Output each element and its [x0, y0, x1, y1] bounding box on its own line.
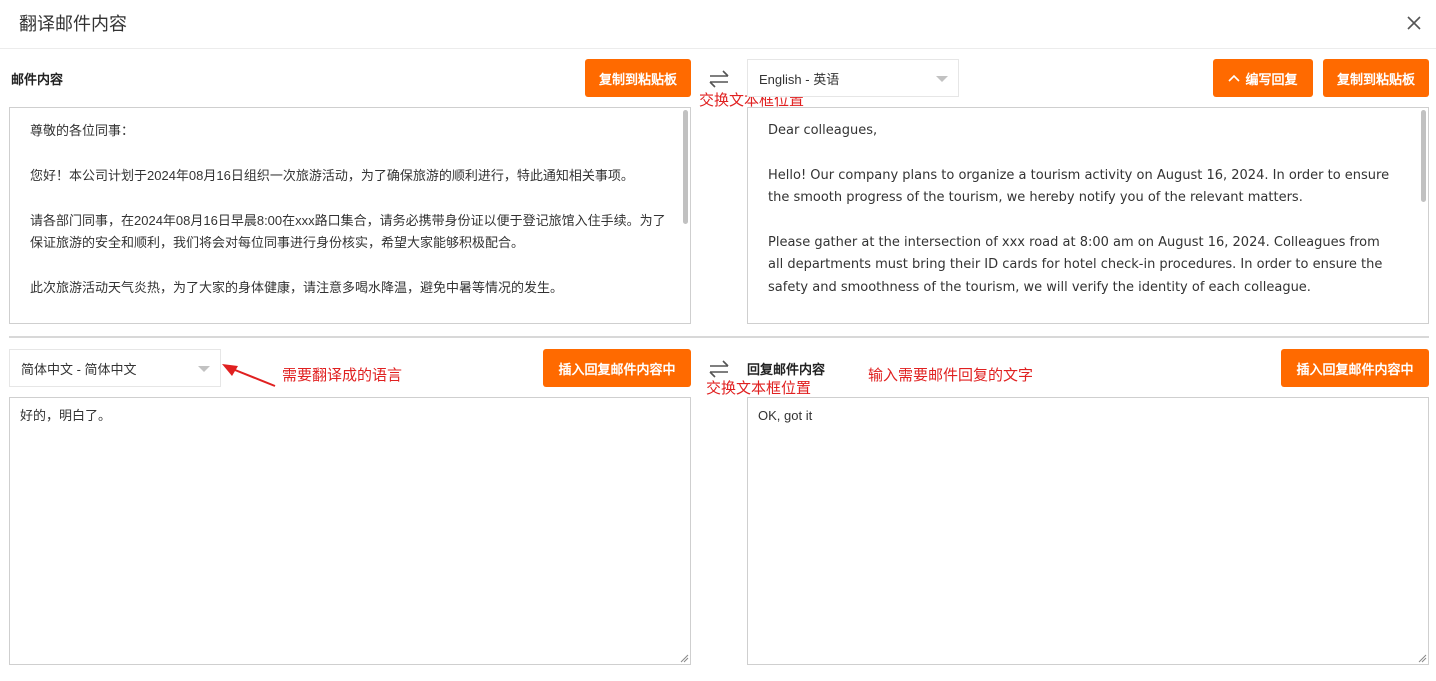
paragraph: Hello! Our company plans to organize a t…	[768, 167, 1390, 206]
chevron-down-icon	[936, 76, 948, 82]
scrollbar[interactable]	[683, 110, 688, 224]
target-language-select[interactable]: English - 英语	[747, 59, 959, 97]
copy-translation-button[interactable]: 复制到粘贴板	[1323, 59, 1429, 97]
swap-icon[interactable]	[707, 359, 731, 379]
original-mail-box[interactable]: 尊敬的各位同事： 您好！本公司计划于2024年08月16日组织一次旅游活动，为了确…	[9, 107, 691, 324]
paragraph: Dear colleagues,	[768, 123, 878, 138]
swap-icon[interactable]	[707, 69, 731, 89]
reply-language-value: 简体中文 - 简体中文	[21, 361, 137, 377]
swap-annotation-bottom: 交换文本框位置	[706, 380, 812, 397]
resize-grip-icon[interactable]	[679, 653, 689, 663]
copy-original-button[interactable]: 复制到粘贴板	[585, 59, 691, 97]
paragraph: 您好！本公司计划于2024年08月16日组织一次旅游活动，为了确保旅游的顺利进行…	[30, 167, 634, 183]
translate-dialog: 翻译邮件内容 邮件内容 复制到粘贴板 交换文本框位置 English - 英语 …	[0, 0, 1436, 681]
reply-textarea[interactable]: OK, got it	[747, 397, 1429, 665]
insert-reply-translation-button[interactable]: 插入回复邮件内容中	[543, 349, 691, 387]
reply-content-label: 回复邮件内容	[747, 362, 826, 377]
section-divider	[9, 336, 1429, 338]
reply-hint-annotation: 输入需要邮件回复的文字	[868, 367, 1034, 384]
chevron-down-icon	[198, 366, 210, 372]
translated-mail-box[interactable]: Dear colleagues, Hello! Our company plans…	[747, 107, 1429, 324]
target-language-annotation: 需要翻译成的语言	[282, 367, 403, 384]
scrollbar[interactable]	[1421, 110, 1426, 202]
target-language-value: English - 英语	[759, 71, 840, 87]
header-divider	[0, 48, 1436, 49]
paragraph: 此次旅游活动天气炎热，为了大家的身体健康，请注意多喝水降温，避免中暑等情况的发生…	[30, 279, 564, 295]
reply-text: OK, got it	[758, 408, 813, 423]
paragraph: 请各部门同事，在2024年08月16日早晨8:00在xxx路口集合，请务必携带身…	[30, 212, 666, 250]
mail-content-label: 邮件内容	[11, 72, 64, 87]
translated-mail-text: Dear colleagues, Hello! Our company plans…	[748, 108, 1428, 299]
original-mail-text: 尊敬的各位同事： 您好！本公司计划于2024年08月16日组织一次旅游活动，为了确…	[10, 108, 690, 299]
resize-grip-icon[interactable]	[1417, 653, 1427, 663]
reply-translation-textarea[interactable]: 好的，明白了。	[9, 397, 691, 665]
paragraph: Please gather at the intersection of xxx…	[768, 235, 1383, 295]
reply-translation-text: 好的，明白了。	[20, 408, 112, 423]
reply-language-select[interactable]: 简体中文 - 简体中文	[9, 349, 221, 387]
paragraph: 尊敬的各位同事：	[30, 123, 135, 138]
arrow-pointer-icon	[222, 364, 276, 387]
compose-reply-button[interactable]: 编写回复	[1213, 59, 1313, 97]
close-icon[interactable]	[1404, 12, 1424, 34]
compose-reply-label: 编写回复	[1245, 71, 1298, 87]
chevron-up-icon	[1228, 74, 1241, 82]
insert-reply-button[interactable]: 插入回复邮件内容中	[1281, 349, 1429, 387]
dialog-title: 翻译邮件内容	[19, 14, 127, 34]
